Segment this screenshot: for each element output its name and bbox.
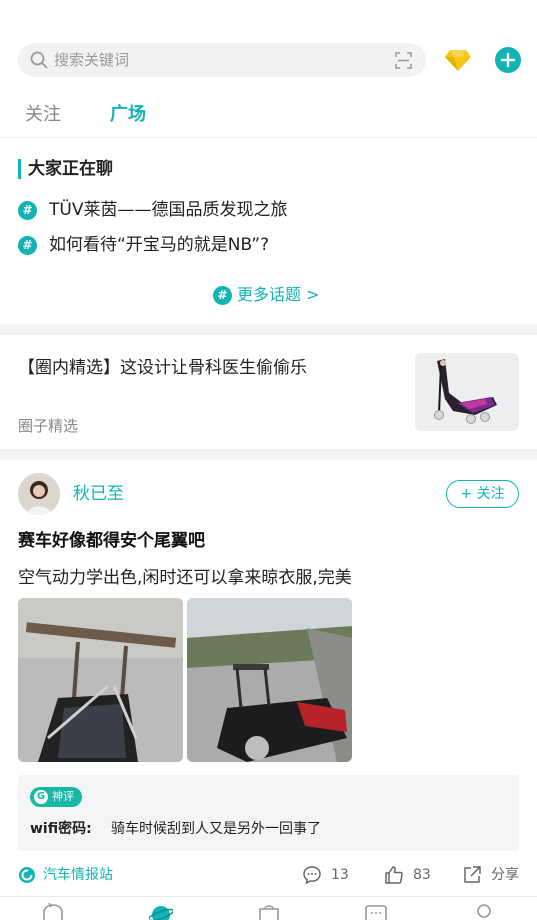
top-comment[interactable]: G 神评 wifi密码: 骑车时候刮到人又是另外一回事了	[18, 775, 519, 851]
topic-text: TÜV莱茵——德国品质发现之旅	[49, 200, 288, 220]
hashtag-icon: #	[18, 236, 37, 255]
avatar[interactable]	[18, 473, 60, 515]
diamond-icon[interactable]	[444, 47, 472, 73]
hashtag-icon: #	[213, 286, 232, 305]
feed-tabs: 关注 广场	[0, 90, 537, 138]
circle-name: 汽车情报站	[43, 867, 113, 883]
search-icon	[30, 51, 48, 69]
god-comment-label: 神评	[52, 790, 74, 803]
circle-icon	[19, 867, 35, 883]
motorcycle-rear-wing-photo	[18, 598, 183, 762]
share-label: 分享	[491, 867, 519, 883]
thumb-up-icon	[385, 866, 403, 884]
share-icon	[464, 866, 481, 883]
post-username[interactable]: 秋已至	[73, 483, 124, 505]
god-comment-icon: G	[34, 790, 48, 804]
plus-icon	[500, 52, 516, 68]
avatar-image	[18, 473, 60, 515]
topic-text: 如何看待“开宝马的就是NB”?	[49, 235, 270, 255]
tab-follow[interactable]: 关注	[25, 104, 61, 126]
post-photo[interactable]	[18, 598, 183, 762]
motorcycle-road-photo	[187, 598, 352, 762]
more-topics-label: 更多话题 >	[237, 285, 320, 304]
featured-title: 【圈内精选】这设计让骨科医生偷偷乐	[18, 358, 307, 378]
search-placeholder: 搜索关键词	[54, 51, 130, 69]
planet-icon[interactable]	[149, 903, 173, 920]
shop-bag-icon[interactable]	[257, 903, 281, 920]
hashtag-icon: #	[18, 201, 37, 220]
comments-count: 13	[331, 867, 349, 883]
follow-button[interactable]: + 关注	[446, 480, 519, 508]
section-divider	[0, 449, 537, 460]
add-post-button[interactable]	[495, 47, 521, 73]
likes-count: 83	[413, 867, 431, 883]
post-title[interactable]: 赛车好像都得安个尾翼吧	[18, 529, 205, 553]
god-comment-badge: G 神评	[30, 787, 82, 807]
post-photo[interactable]	[187, 598, 352, 762]
message-icon[interactable]	[364, 903, 388, 920]
post-body[interactable]: 空气动力学出色,闲时还可以拿来晾衣服,完美	[18, 566, 352, 590]
comment-bubble-icon	[303, 866, 321, 885]
profile-icon[interactable]	[472, 903, 496, 920]
search-bar[interactable]: 搜索关键词	[18, 43, 426, 77]
comment-username[interactable]: wifi密码:	[30, 819, 92, 839]
tab-square[interactable]: 广场	[110, 104, 146, 126]
featured-thumbnail	[415, 353, 519, 431]
high-heel-skate-image	[415, 353, 519, 431]
home-icon[interactable]	[41, 903, 65, 920]
featured-source: 圈子精选	[18, 417, 79, 435]
top-bar: 搜索关键词	[0, 0, 537, 90]
trending-title: 大家正在聊	[18, 159, 113, 179]
section-divider	[0, 324, 537, 335]
comment-text: 骑车时候刮到人又是另外一回事了	[111, 821, 321, 837]
bottom-navigation	[0, 896, 537, 920]
scan-icon[interactable]	[395, 52, 412, 69]
